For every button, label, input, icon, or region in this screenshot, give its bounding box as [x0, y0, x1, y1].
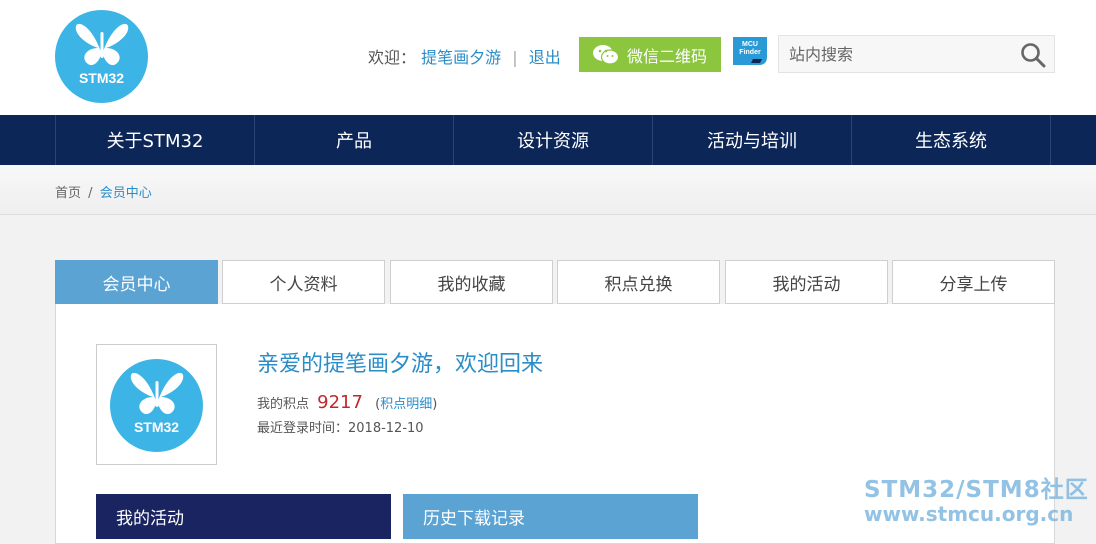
member-tabs: 会员中心 个人资料 我的收藏 积点兑换 我的活动 分享上传 [55, 260, 1055, 304]
last-login-time: 最近登录时间：2018-12-10 [257, 421, 424, 436]
nav-item-events-training[interactable]: 活动与培训 [653, 115, 852, 165]
tab-profile[interactable]: 个人资料 [222, 260, 385, 304]
tab-share-upload[interactable]: 分享上传 [892, 260, 1055, 304]
mcu-finder-icon[interactable]: MCU Finder [731, 35, 769, 67]
logout-link[interactable]: 退出 [529, 48, 561, 67]
avatar-logo: STM32 [110, 359, 203, 452]
nav-item-products[interactable]: 产品 [255, 115, 454, 165]
points-detail-link[interactable]: 积点明细 [380, 397, 432, 412]
tab-my-activities[interactable]: 我的活动 [725, 260, 888, 304]
stm32-logo[interactable]: STM32 [55, 10, 148, 103]
welcome-prefix: 欢迎： [368, 48, 417, 67]
site-search [778, 35, 1055, 73]
main-nav: 关于STM32 产品 设计资源 活动与培训 生态系统 [0, 115, 1096, 165]
site-watermark: STM32/STM8社区 www.stmcu.org.cn [864, 470, 1089, 526]
tab-points-exchange[interactable]: 积点兑换 [557, 260, 720, 304]
points-label: 我的积点 [257, 397, 310, 412]
site-header: STM32 欢迎： 提笔画夕游 | 退出 微信二维码 MCU Finder [0, 0, 1096, 115]
breadcrumb-separator: / [88, 186, 93, 201]
mcu-finder-text-2: Finder [739, 49, 761, 56]
username-link[interactable]: 提笔画夕游 [421, 48, 501, 67]
breadcrumb-current[interactable]: 会员中心 [100, 186, 152, 201]
breadcrumb-home[interactable]: 首页 [55, 186, 81, 201]
points-value: 9217 [317, 392, 363, 413]
breadcrumb-bar: 首页 / 会员中心 [0, 165, 1096, 215]
search-icon[interactable] [1020, 42, 1046, 68]
watermark-line-2: www.stmcu.org.cn [864, 502, 1074, 526]
avatar-wordmark: STM32 [133, 419, 180, 435]
welcome-greeting: 亲爱的提笔画夕游，欢迎回来 [257, 352, 544, 377]
tab-favorites[interactable]: 我的收藏 [390, 260, 553, 304]
nav-item-design-resources[interactable]: 设计资源 [454, 115, 653, 165]
breadcrumb: 首页 / 会员中心 [55, 182, 152, 201]
butterfly-icon [55, 18, 148, 74]
mcu-finder-text-1: MCU [742, 41, 758, 48]
logo-wordmark: STM32 [78, 70, 125, 86]
tab-member-center[interactable]: 会员中心 [55, 260, 218, 304]
wechat-button-label: 微信二维码 [626, 46, 707, 66]
welcome-separator: | [512, 48, 518, 67]
my-activity-header[interactable]: 我的活动 [96, 494, 391, 539]
nav-item-about[interactable]: 关于STM32 [56, 115, 255, 165]
search-input[interactable] [779, 36, 1014, 72]
points-row: 我的积点 9217 (积点明细) [257, 392, 438, 413]
nav-item-ecosystem[interactable]: 生态系统 [852, 115, 1051, 165]
download-history-header[interactable]: 历史下载记录 [403, 494, 698, 539]
butterfly-icon [110, 367, 203, 423]
wechat-qrcode-button[interactable]: 微信二维码 [579, 37, 721, 72]
watermark-line-1: STM32/STM8社区 [864, 477, 1089, 503]
wechat-icon [592, 44, 620, 65]
avatar[interactable]: STM32 [96, 344, 217, 465]
welcome-bar: 欢迎： 提笔画夕游 | 退出 [368, 44, 561, 68]
